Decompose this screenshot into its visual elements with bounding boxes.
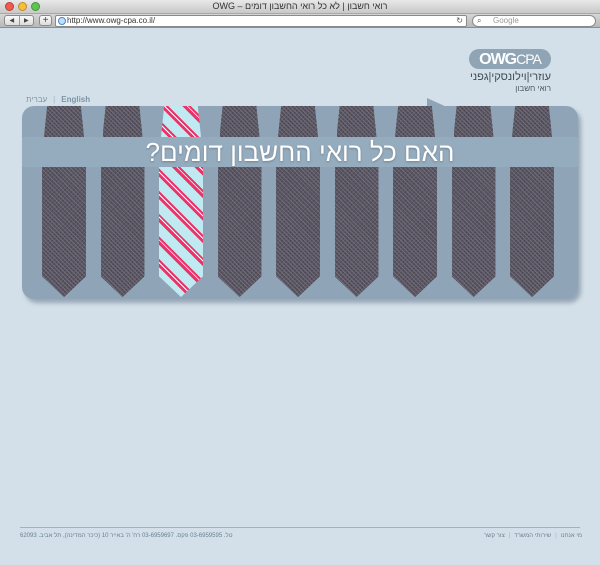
address-bar[interactable]: http://www.owg-cpa.co.il/ ↻ [55, 15, 467, 27]
footer-nav: מי אנחנו|שירותי המשרד|צור קשר [484, 533, 582, 539]
search-field[interactable]: ⌕ Google [472, 15, 596, 27]
tie-blade [510, 167, 554, 297]
tie-knot [278, 106, 318, 137]
lang-english-link[interactable]: English [61, 95, 90, 104]
tie-blade [451, 167, 496, 297]
tie-knot [102, 106, 143, 137]
forward-button[interactable]: ▶ [18, 16, 34, 25]
window-title: רואי חשבון | לא כל רואי החשבון דומים – O… [212, 1, 388, 11]
search-placeholder: Google [493, 16, 519, 25]
tie-blade [393, 167, 437, 297]
striped-tie-knot [161, 106, 201, 137]
logo-partner-names: עוזרי|וילונסקי|גפני [469, 71, 551, 83]
footer-link-contact[interactable]: צור קשר [484, 533, 505, 539]
search-icon: ⌕ [477, 16, 482, 25]
striped-tie-blade [159, 167, 203, 297]
hero-headline: האם כל רואי החשבון דומים? [145, 137, 455, 167]
tie-knot [219, 106, 260, 137]
logo-mark-suffix: CPA [516, 51, 542, 67]
tie-knot [453, 106, 494, 137]
tie-blade [334, 167, 379, 297]
reload-icon[interactable]: ↻ [456, 16, 463, 26]
back-button[interactable]: ◀ [5, 16, 19, 25]
logo-mark-prefix: OWG [479, 51, 517, 68]
globe-icon [58, 17, 66, 25]
footer-separator: | [555, 533, 557, 539]
tie-blade [217, 167, 262, 297]
lang-hebrew-link[interactable]: עברית [26, 95, 47, 104]
footer-link-about[interactable]: מי אנחנו [561, 533, 582, 539]
tie-knot [395, 106, 435, 137]
nav-buttons: ◀ ▶ [4, 15, 34, 26]
language-switcher: עברית | English [26, 95, 90, 104]
tie-blade [42, 167, 86, 297]
tie-blade [100, 167, 145, 297]
footer-divider [20, 527, 580, 528]
url-text: http://www.owg-cpa.co.il/ [67, 16, 156, 25]
logo[interactable]: OWGCPA [469, 49, 551, 69]
footer-link-services[interactable]: שירותי המשרד [514, 533, 551, 539]
footer-contact-info: טל. 03-6959595 פקס. 03-6959697 רח' ה' בא… [20, 533, 233, 539]
lang-separator: | [53, 95, 56, 104]
tie-blade [276, 167, 320, 297]
add-bookmark-button[interactable]: + [39, 15, 52, 26]
tie-knot [512, 106, 552, 137]
tie-knot [44, 106, 84, 137]
logo-subtitle: רואי חשבון [515, 84, 551, 93]
window-titlebar: רואי חשבון | לא כל רואי החשבון דומים – O… [0, 0, 600, 14]
footer-separator: | [508, 533, 511, 539]
browser-toolbar: ◀ ▶ + http://www.owg-cpa.co.il/ ↻ ⌕ Goog… [0, 14, 600, 28]
tie-knot [336, 106, 377, 137]
